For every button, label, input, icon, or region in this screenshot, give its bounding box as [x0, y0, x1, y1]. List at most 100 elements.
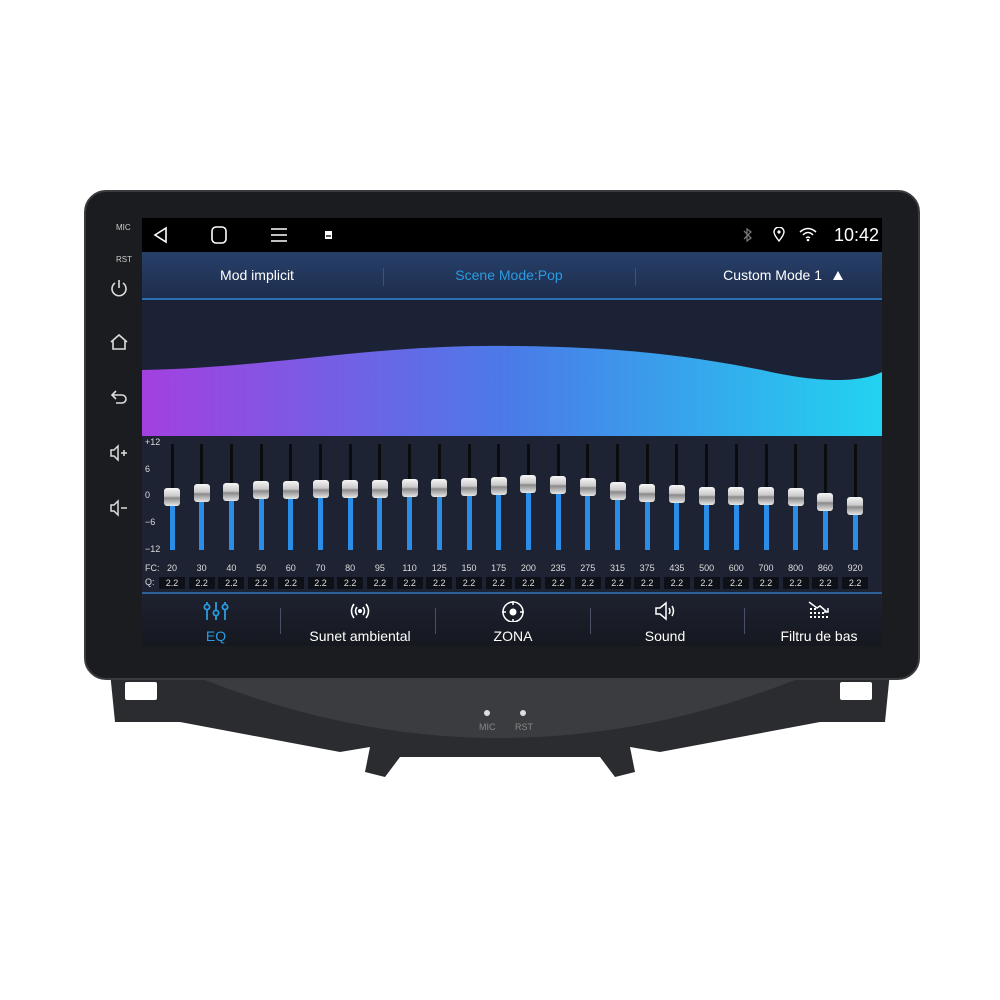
- q-value[interactable]: 2.2: [693, 577, 720, 589]
- q-value[interactable]: 2.2: [396, 577, 423, 589]
- q-value[interactable]: 2.2: [782, 577, 809, 589]
- axis-label: −6: [145, 517, 156, 527]
- q-value[interactable]: 2.2: [723, 577, 750, 589]
- slider-knob[interactable]: [550, 475, 567, 494]
- tab-label: Sound: [644, 628, 686, 644]
- q-value[interactable]: 2.2: [485, 577, 512, 589]
- volume-down-icon[interactable]: [108, 497, 130, 519]
- fc-value: 175: [491, 563, 507, 573]
- tab-filtru-de-bas[interactable]: Filtru de bas: [745, 594, 882, 646]
- slider-knob[interactable]: [401, 479, 418, 498]
- slider-knob[interactable]: [847, 496, 864, 515]
- tab-label: ZONA: [493, 628, 533, 644]
- mounting-bracket: [110, 672, 890, 777]
- volume-up-icon[interactable]: [108, 442, 130, 464]
- q-value[interactable]: 2.2: [426, 577, 453, 589]
- q-value[interactable]: 2.2: [218, 577, 245, 589]
- slider-knob[interactable]: [282, 480, 299, 499]
- q-value[interactable]: 2.2: [515, 577, 542, 589]
- triangle-up-icon[interactable]: [832, 270, 844, 281]
- slider-knob[interactable]: [609, 481, 626, 500]
- back-icon[interactable]: [108, 386, 130, 408]
- bluetooth-icon: [743, 227, 752, 243]
- q-value[interactable]: 2.2: [456, 577, 482, 589]
- reset-hole[interactable]: [520, 710, 526, 716]
- slider-knob[interactable]: [787, 488, 804, 506]
- back-icon[interactable]: [152, 226, 170, 244]
- slider-fill: [377, 489, 383, 550]
- fc-value: 30: [196, 563, 207, 573]
- home-icon[interactable]: [108, 331, 130, 353]
- axis-label: −12: [145, 544, 161, 554]
- tab-label: EQ: [205, 628, 227, 644]
- slider-knob[interactable]: [668, 485, 685, 504]
- slider-knob[interactable]: [817, 493, 834, 512]
- slider-knob[interactable]: [342, 480, 359, 499]
- scene-mode-button[interactable]: Scene Mode:Pop: [434, 267, 584, 283]
- slider-knob[interactable]: [579, 478, 596, 497]
- slider-knob[interactable]: [312, 480, 329, 499]
- q-value[interactable]: 2.2: [753, 577, 779, 589]
- fc-value: 70: [315, 563, 326, 573]
- q-value[interactable]: 2.2: [634, 577, 661, 589]
- fc-value: 435: [669, 563, 685, 573]
- custom-mode-button[interactable]: Custom Mode 1: [702, 267, 822, 283]
- equalizer-panel: +12 6 0 −6 −12 FC: Q: 20 2.2 30 2.2 40 2.2 50 2…: [142, 436, 882, 592]
- axis-label: 6: [145, 464, 151, 474]
- slider-fill: [436, 488, 442, 550]
- slider-knob[interactable]: [728, 487, 745, 506]
- fc-value: 860: [817, 563, 833, 573]
- slider-knob[interactable]: [461, 478, 477, 497]
- eq-curve: [142, 302, 882, 436]
- power-icon[interactable]: [108, 277, 130, 299]
- rst-label: RST: [515, 722, 533, 732]
- divider: [435, 608, 436, 634]
- slider-knob[interactable]: [431, 479, 448, 498]
- target-icon: [502, 601, 524, 622]
- bass-filter-icon: [808, 601, 829, 618]
- q-value[interactable]: 2.2: [277, 577, 304, 589]
- default-mode-button[interactable]: Mod implicit: [182, 267, 332, 283]
- q-value[interactable]: 2.2: [188, 577, 215, 589]
- slider-knob[interactable]: [758, 487, 774, 506]
- slider-knob[interactable]: [520, 474, 537, 493]
- tab-zona[interactable]: ZONA: [439, 594, 587, 646]
- q-value[interactable]: 2.2: [604, 577, 631, 589]
- slider-fill: [347, 489, 353, 550]
- q-value[interactable]: 2.2: [307, 577, 334, 589]
- q-value[interactable]: 2.2: [337, 577, 364, 589]
- q-value[interactable]: 2.2: [248, 577, 275, 589]
- q-value[interactable]: 2.2: [366, 577, 393, 589]
- tab-sound[interactable]: Sound: [591, 594, 739, 646]
- slider-knob[interactable]: [223, 482, 240, 501]
- q-value[interactable]: 2.2: [663, 577, 690, 589]
- tab-eq[interactable]: EQ: [142, 594, 290, 646]
- divider: [383, 268, 384, 286]
- rst-side-label[interactable]: RST: [116, 255, 132, 264]
- slider-knob[interactable]: [253, 480, 270, 499]
- q-value[interactable]: 2.2: [812, 577, 839, 589]
- q-value[interactable]: 2.2: [574, 577, 601, 589]
- menu-icon[interactable]: [270, 226, 288, 244]
- slider-knob[interactable]: [193, 484, 210, 503]
- slider-fill: [585, 487, 591, 550]
- slider-fill: [496, 486, 502, 550]
- slider-knob[interactable]: [164, 488, 180, 506]
- tab-sunet-ambiental[interactable]: Sunet ambiental: [286, 594, 434, 646]
- q-value[interactable]: 2.2: [545, 577, 572, 589]
- location-icon: [773, 227, 785, 243]
- slider-knob[interactable]: [639, 483, 656, 502]
- fc-value: 375: [639, 563, 655, 573]
- fc-value: 500: [699, 563, 715, 573]
- slider-knob[interactable]: [371, 480, 388, 499]
- slider-knob[interactable]: [698, 487, 715, 506]
- fc-value: 275: [580, 563, 596, 573]
- fc-value: 800: [788, 563, 804, 573]
- slider-knob[interactable]: [490, 477, 507, 496]
- home-icon[interactable]: [210, 226, 228, 244]
- fc-value: 80: [345, 563, 356, 573]
- wifi-icon: [799, 227, 817, 242]
- q-value[interactable]: 2.2: [159, 577, 185, 589]
- q-value[interactable]: 2.2: [842, 577, 869, 589]
- fc-value: 60: [285, 563, 296, 573]
